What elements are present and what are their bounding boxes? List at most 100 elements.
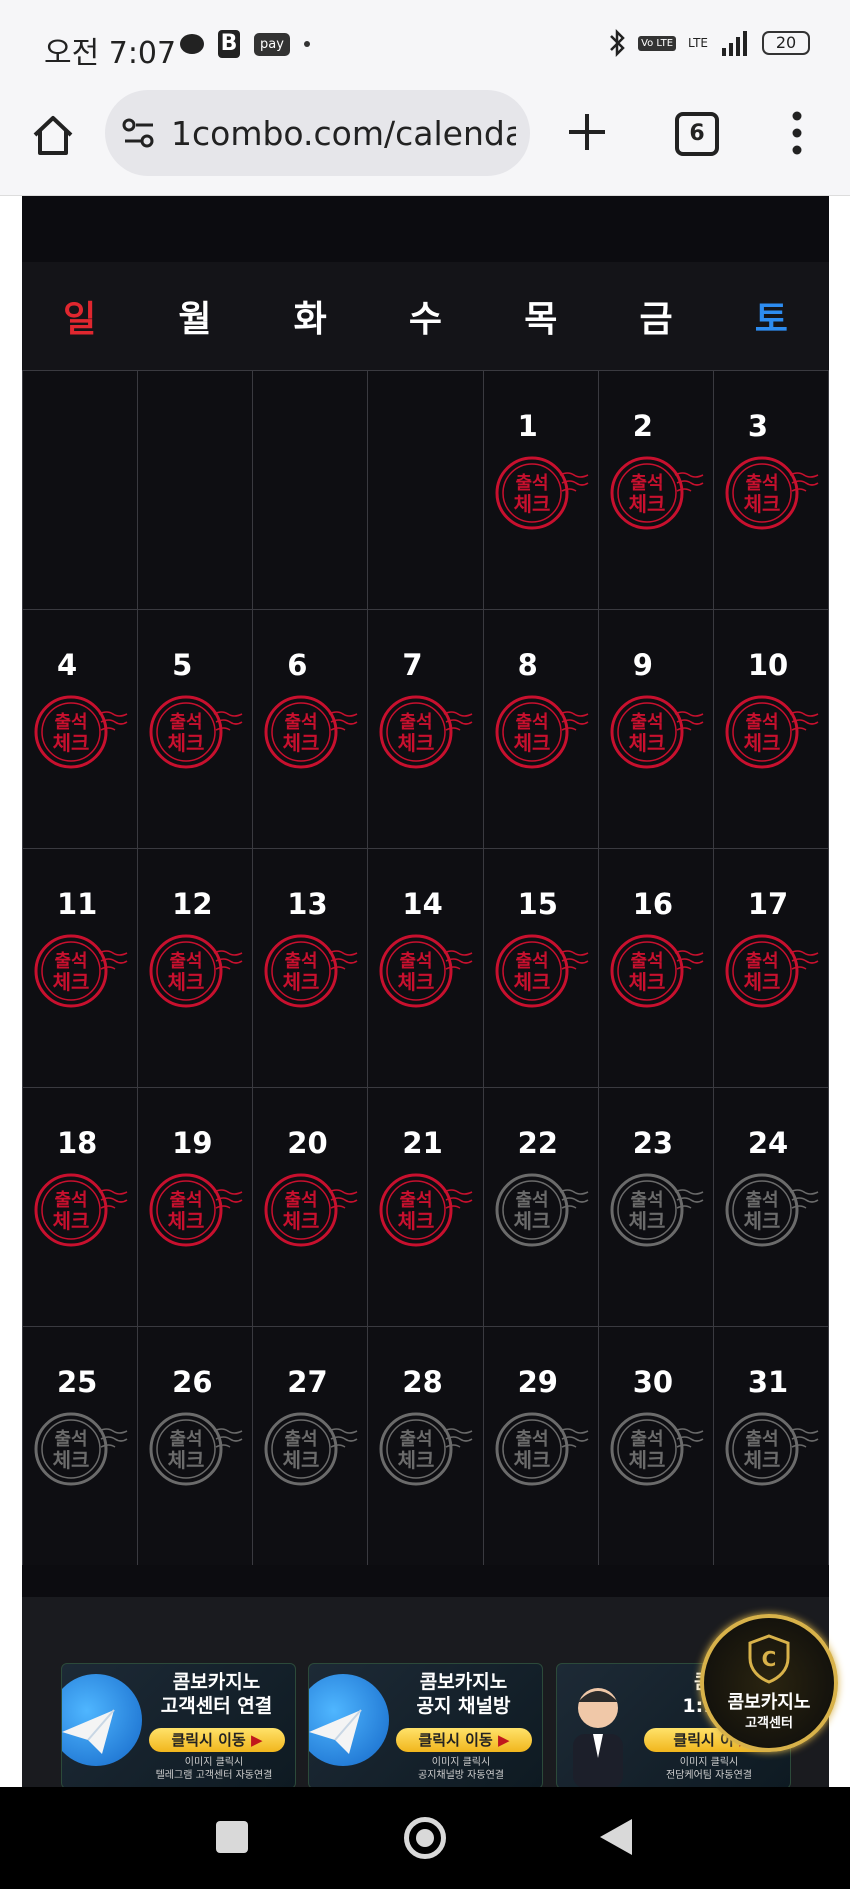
site-settings-icon[interactable] (121, 115, 157, 151)
calendar-day-cell[interactable]: 3 출석 체크 (713, 371, 829, 610)
calendar-day-cell[interactable]: 8 출석 체크 (483, 610, 599, 849)
attendance-stamp-icon: 출석체크 (725, 456, 819, 530)
calendar-day-cell[interactable]: 9 출석 체크 (598, 610, 714, 849)
svg-text:체크: 체크 (743, 731, 780, 755)
new-tab-plus-icon[interactable] (565, 110, 609, 154)
svg-text:체크: 체크 (398, 1448, 435, 1472)
calendar-empty-cell (368, 371, 484, 610)
support-badge-subtitle: 고객센터 (745, 1716, 793, 1731)
calendar-day-cell[interactable]: 23 출석 체크 (598, 1088, 714, 1327)
day-number: 1 (517, 409, 538, 443)
weekday-label: 수 (408, 299, 443, 340)
calendar-day-cell[interactable]: 21 출석 체크 (368, 1088, 484, 1327)
ad-subtext-line: 이미지 클릭시 (184, 1757, 244, 1768)
calendar-day-cell[interactable]: 19 출석 체크 (138, 1088, 254, 1327)
day-number: 31 (747, 1365, 789, 1399)
attendance-stamp-icon: 출석체크 (610, 456, 704, 530)
attendance-stamp-icon: 출석체크 (149, 1412, 243, 1486)
support-badge-title: 콤보카지노 (727, 1692, 811, 1713)
attendance-stamp-icon: 출석체크 (379, 695, 473, 769)
status-right-icons: Vo LTE LTE 20 (608, 28, 810, 58)
calendar-day-cell[interactable]: 31 출석 체크 (713, 1327, 829, 1566)
day-number: 26 (172, 1365, 213, 1399)
tab-switcher-button[interactable]: 6 (675, 112, 719, 156)
calendar-day-cell[interactable]: 30 출석 체크 (598, 1327, 714, 1566)
calendar-day-cell[interactable]: 28 출석 체크 (368, 1327, 484, 1566)
agent-avatar-icon (573, 1688, 623, 1787)
calendar-day-cell[interactable]: 11 출석 체크 (23, 849, 139, 1088)
svg-text:출석: 출석 (515, 473, 548, 494)
calendar-day-cell[interactable]: 25 출석 체크 (23, 1327, 139, 1566)
attendance-calendar: 일월화수목금토 1 출석 체크 2 출석 체크 3 출석 체크 4 출석 체크 5 출석 체크 6 출석 체크 7 출… (22, 262, 829, 1566)
day-number: 18 (57, 1126, 98, 1160)
url-text[interactable]: 1combo.com/calenda (171, 114, 516, 153)
svg-text:체크: 체크 (743, 492, 780, 516)
calendar-day-cell[interactable]: 22 출석 체크 (483, 1088, 599, 1327)
svg-text:출석: 출석 (630, 951, 663, 972)
svg-text:체크: 체크 (283, 1209, 320, 1233)
address-bar[interactable]: 1combo.com/calenda (105, 90, 530, 176)
day-number: 12 (172, 887, 213, 921)
calendar-day-cell[interactable]: 2 출석 체크 (598, 371, 714, 610)
ad-title: 콤보카지노 고객센터 연결 (144, 1670, 289, 1718)
calendar-day-cell[interactable]: 14 출석 체크 (368, 849, 484, 1088)
svg-text:체크: 체크 (168, 1209, 205, 1233)
calendar-day-cell[interactable]: 13 출석 체크 (253, 849, 369, 1088)
calendar-day-cell[interactable]: 20 출석 체크 (253, 1088, 369, 1327)
attendance-stamp-icon: 출석체크 (149, 934, 243, 1008)
calendar-day-cell[interactable]: 24 출석 체크 (713, 1088, 829, 1327)
calendar-day-cell[interactable]: 5 출석 체크 (138, 610, 254, 849)
attendance-stamp-icon: 출석체크 (725, 1412, 819, 1486)
attendance-stamp-icon: 출석체크 (495, 1412, 589, 1486)
nav-home-icon[interactable] (404, 1817, 446, 1859)
battery-icon: 20 (762, 31, 810, 55)
svg-text:출석: 출석 (515, 712, 548, 733)
svg-text:체크: 체크 (628, 731, 665, 755)
svg-text:체크: 체크 (743, 1209, 780, 1233)
svg-text:출석: 출석 (515, 951, 548, 972)
calendar-day-cell[interactable]: 15 출석 체크 (483, 849, 599, 1088)
calendar-day-cell[interactable]: 18 출석 체크 (23, 1088, 139, 1327)
attendance-stamp-icon: 출석체크 (495, 934, 589, 1008)
calendar-day-cell[interactable]: 29 출석 체크 (483, 1327, 599, 1566)
day-number: 29 (517, 1365, 558, 1399)
day-number: 28 (402, 1365, 443, 1399)
customer-support-badge[interactable]: C 콤보카지노 고객센터 (700, 1614, 838, 1752)
svg-text:체크: 체크 (398, 970, 435, 994)
more-notifications-dot-icon (303, 41, 310, 47)
calendar-day-cell[interactable]: 17 출석 체크 (713, 849, 829, 1088)
day-number: 7 (402, 648, 423, 682)
svg-text:출석: 출석 (54, 712, 87, 733)
day-number: 16 (632, 887, 674, 921)
calendar-day-cell[interactable]: 10 출석 체크 (713, 610, 829, 849)
calendar-day-cell[interactable]: 16 출석 체크 (598, 849, 714, 1088)
day-number: 19 (172, 1126, 213, 1160)
calendar-day-cell[interactable]: 6 출석 체크 (253, 610, 369, 849)
more-menu-icon[interactable] (787, 110, 807, 156)
ad-banner[interactable]: 콤보카지노 공지 채널방 클릭시 이동 ▶ 이미지 클릭시 공지채널방 자동연결 (308, 1663, 543, 1787)
recents-icon[interactable] (216, 1821, 248, 1853)
svg-text:C: C (762, 1647, 777, 1671)
ad-click-button[interactable]: 클릭시 이동 ▶ (149, 1728, 285, 1752)
home-icon[interactable] (28, 110, 78, 160)
attendance-stamp-icon: 출석체크 (149, 695, 243, 769)
svg-text:출석: 출석 (54, 1429, 87, 1450)
ad-click-button[interactable]: 클릭시 이동 ▶ (396, 1728, 532, 1752)
ad-banner[interactable]: 콤보카지노 고객센터 연결 클릭시 이동 ▶ 이미지 클릭시 텔레그램 고객센터 자동연… (61, 1663, 296, 1787)
status-notification-icons: B pay (180, 30, 310, 58)
attendance-stamp-icon: 출석체크 (379, 1412, 473, 1486)
day-number: 8 (517, 648, 538, 682)
svg-text:출석: 출석 (745, 1429, 778, 1450)
calendar-day-cell[interactable]: 26 출석 체크 (138, 1327, 254, 1566)
calendar-day-cell[interactable]: 12 출석 체크 (138, 849, 254, 1088)
svg-text:체크: 체크 (53, 970, 90, 994)
pay-icon: pay (254, 32, 290, 56)
calendar-day-cell[interactable]: 7 출석 체크 (368, 610, 484, 849)
b-app-icon: B (218, 30, 240, 58)
calendar-day-cell[interactable]: 1 출석 체크 (483, 371, 599, 610)
attendance-stamp-icon: 출석체크 (264, 695, 358, 769)
calendar-day-cell[interactable]: 27 출석 체크 (253, 1327, 369, 1566)
arrow-right-icon: ▶ (250, 1731, 263, 1749)
back-icon[interactable] (600, 1819, 632, 1855)
calendar-day-cell[interactable]: 4 출석 체크 (23, 610, 139, 849)
